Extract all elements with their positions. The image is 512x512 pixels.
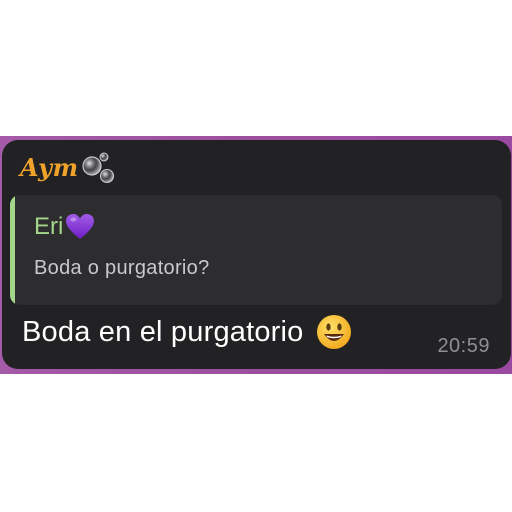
reply-text: Boda o purgatorio?: [34, 257, 210, 279]
sender-header[interactable]: Aym: [20, 150, 117, 184]
message-text[interactable]: Boda en el purgatorio: [22, 316, 304, 349]
message-timestamp: 20:59: [437, 335, 490, 357]
sender-name[interactable]: Aym: [20, 153, 79, 182]
reply-author: Eri: [34, 213, 95, 241]
reply-quote[interactable]: Eri Boda o purgatorio?: [10, 195, 502, 305]
smiling-face-icon: [316, 315, 351, 349]
purple-heart-icon: [66, 214, 95, 239]
reply-accent-bar: [10, 195, 15, 305]
screenshot: Aym Eri Boda o purgatorio? Boda en el pu…: [0, 0, 512, 512]
reply-author-name: Eri: [34, 213, 64, 240]
message-body[interactable]: Boda en el purgatorio: [22, 314, 352, 350]
soap-bubbles-icon: [81, 152, 114, 184]
